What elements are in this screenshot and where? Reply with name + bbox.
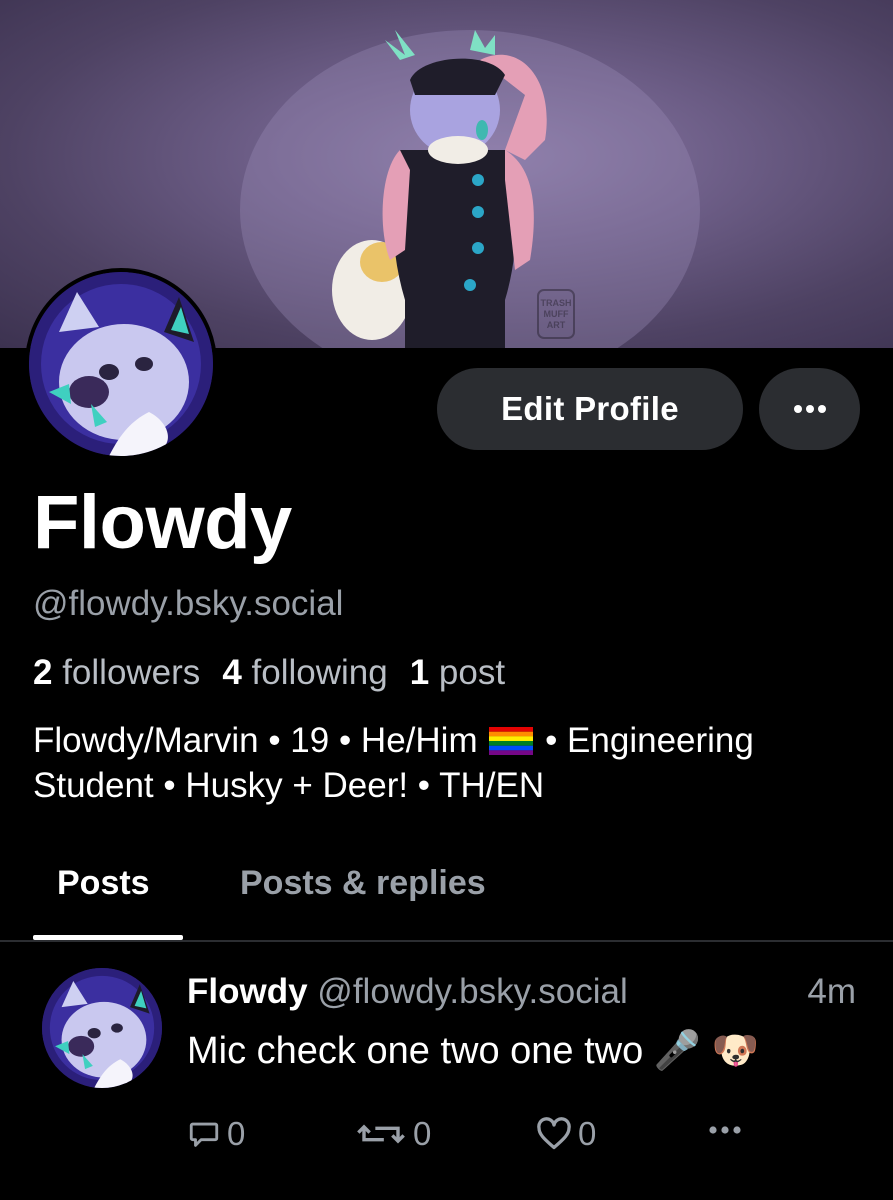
edit-profile-button[interactable]: Edit Profile: [437, 368, 743, 450]
profile-more-button[interactable]: [759, 368, 860, 450]
post-author-name[interactable]: Flowdy: [187, 972, 308, 1011]
avatar-husky-image-small: [42, 968, 162, 1088]
ellipsis-icon: [709, 1126, 741, 1134]
profile-stats: 2 followers 4 following 1 post: [33, 652, 505, 694]
post-more-button[interactable]: [708, 1125, 748, 1135]
post-author-handle[interactable]: @flowdy.bsky.social: [317, 972, 627, 1011]
tab-posts[interactable]: Posts: [57, 862, 150, 904]
profile-bio: Flowdy/Marvin • 19 • He/Him • Engineerin…: [33, 718, 873, 808]
followers-label: followers: [62, 653, 201, 692]
profile-handle: @flowdy.bsky.social: [33, 584, 344, 623]
post-text: Mic check one two one two 🎤 🐶: [187, 1030, 759, 1072]
svg-text:ART: ART: [547, 320, 566, 330]
comment-bubble-icon: [189, 1122, 219, 1147]
tab-posts-and-replies[interactable]: Posts & replies: [240, 862, 486, 904]
posts-count: 1: [409, 653, 430, 692]
edit-profile-label: Edit Profile: [501, 390, 679, 427]
avatar-husky-image: [29, 272, 213, 456]
like-count: 0: [578, 1115, 597, 1152]
post-timestamp[interactable]: 4m: [807, 971, 856, 1013]
following-count: 4: [222, 653, 242, 692]
followers-count: 2: [33, 653, 53, 692]
followers-link[interactable]: 2 followers: [33, 653, 200, 692]
posts-label: post: [438, 653, 506, 692]
repost-button[interactable]: 0: [355, 1115, 431, 1153]
heart-icon: [537, 1117, 571, 1150]
repost-count: 0: [413, 1115, 432, 1152]
reply-button[interactable]: 0: [187, 1115, 245, 1153]
posts-stat: 1 post: [410, 653, 505, 692]
reply-count: 0: [227, 1115, 246, 1152]
rainbow-flag-icon: [489, 727, 534, 755]
svg-text:MUFF: MUFF: [544, 309, 569, 319]
profile-avatar[interactable]: [25, 268, 217, 460]
svg-text:TRASH: TRASH: [541, 298, 572, 308]
ellipsis-icon: [793, 405, 826, 413]
following-label: following: [251, 653, 388, 692]
repost-arrows-icon: [357, 1124, 405, 1144]
display-name: Flowdy: [33, 480, 292, 565]
tab-divider: [0, 940, 893, 942]
following-link[interactable]: 4 following: [222, 653, 387, 692]
like-button[interactable]: 0: [536, 1115, 596, 1153]
bio-text-part1: Flowdy/Marvin • 19 • He/Him: [33, 721, 478, 760]
post-header: Flowdy @flowdy.bsky.social: [187, 971, 628, 1013]
post-author-avatar[interactable]: [42, 968, 162, 1088]
